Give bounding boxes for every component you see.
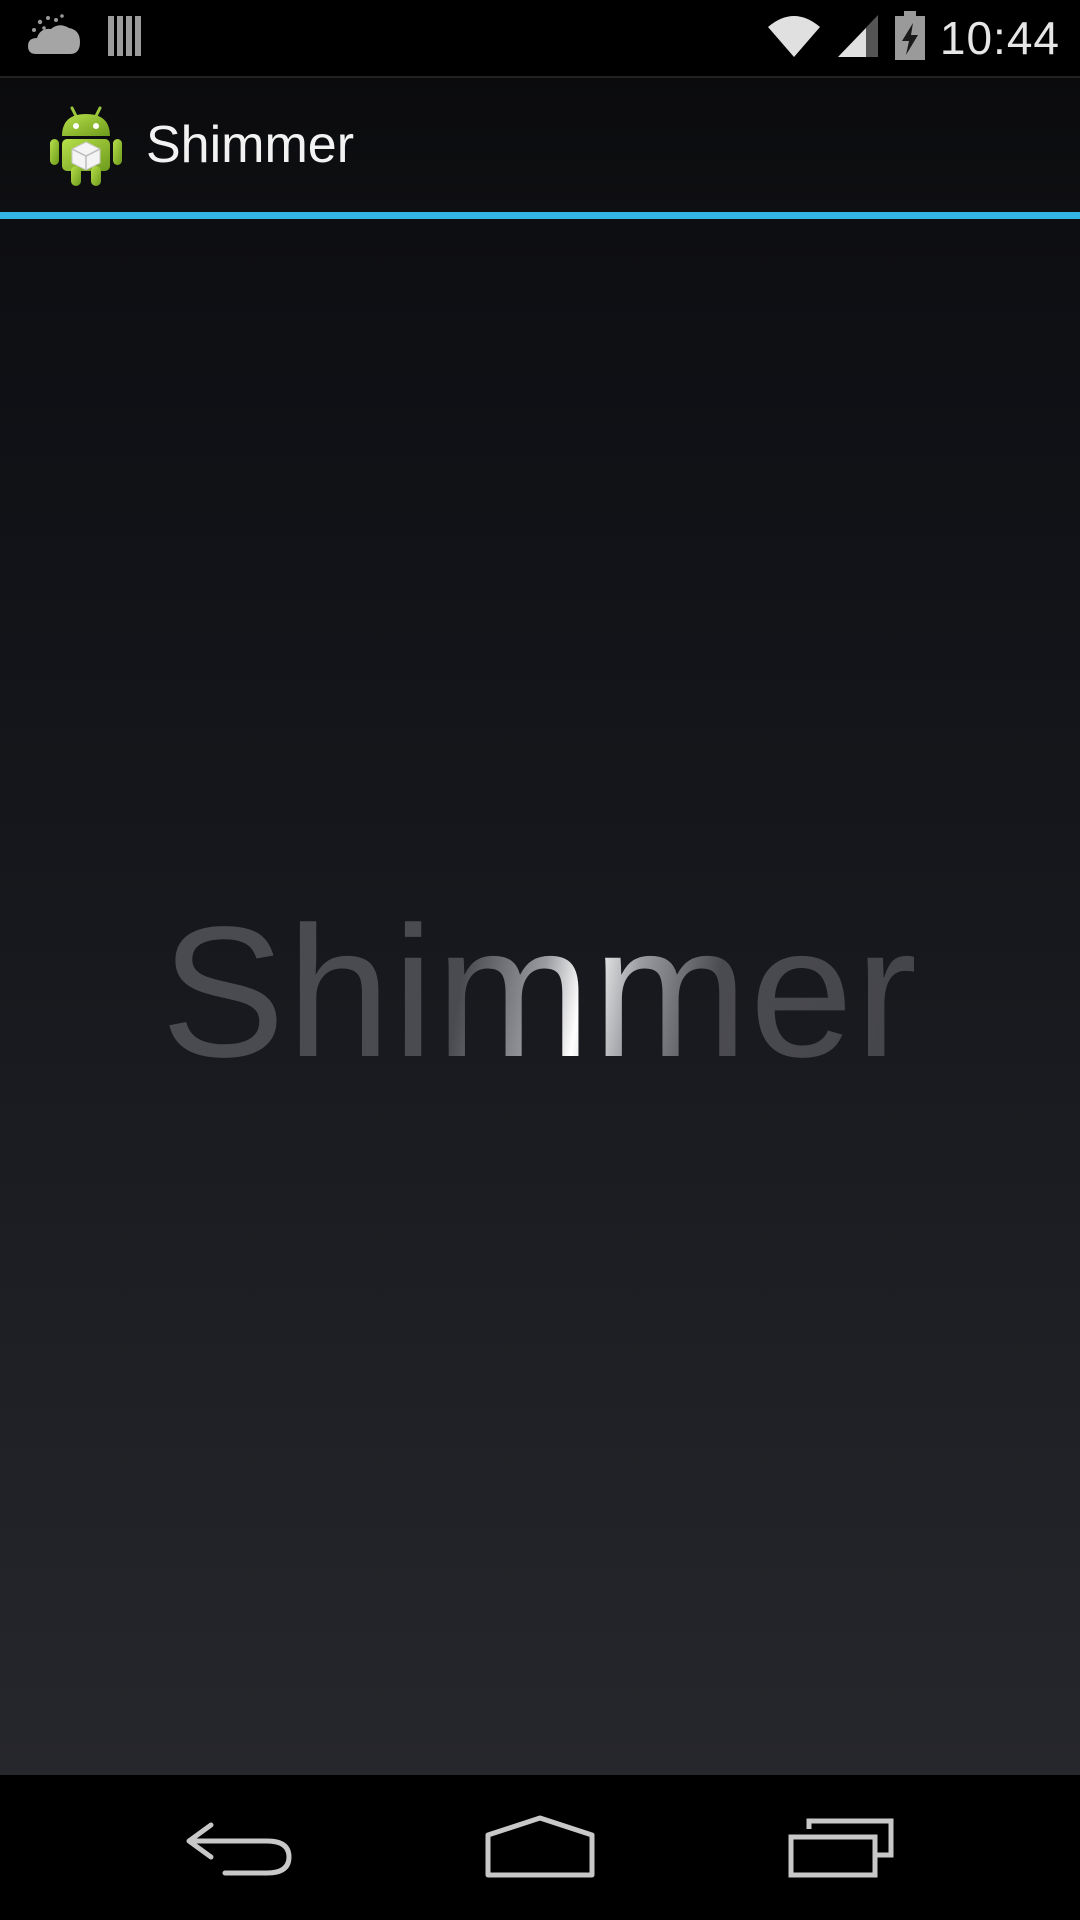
status-bar: 10:44: [0, 0, 1080, 76]
status-time: 10:44: [939, 12, 1060, 64]
storage-bars-icon: [106, 12, 146, 65]
content-area: Shimmer: [0, 219, 1080, 1775]
action-bar-underline: [0, 212, 1080, 219]
status-system: 10:44: [766, 8, 1060, 68]
recent-apps-icon: [787, 1815, 897, 1884]
screen: 10:44 Shimmer Shimmer: [0, 0, 1080, 1920]
android-robot-icon[interactable]: [46, 104, 126, 188]
weather-cloud-icon: [26, 12, 82, 65]
shimmer-text: Shimmer: [0, 219, 1080, 1775]
app-title: Shimmer: [146, 116, 355, 174]
back-button[interactable]: [160, 1799, 320, 1899]
signal-icon: [836, 13, 880, 64]
home-button[interactable]: [460, 1799, 620, 1899]
battery-charging-icon: [894, 10, 926, 66]
recent-apps-button[interactable]: [762, 1799, 922, 1899]
status-notifications: [26, 12, 146, 65]
wifi-icon: [766, 13, 822, 64]
back-icon: [185, 1815, 295, 1884]
home-icon: [484, 1815, 596, 1884]
action-bar: Shimmer: [0, 78, 1080, 212]
navigation-bar: [0, 1775, 1080, 1920]
